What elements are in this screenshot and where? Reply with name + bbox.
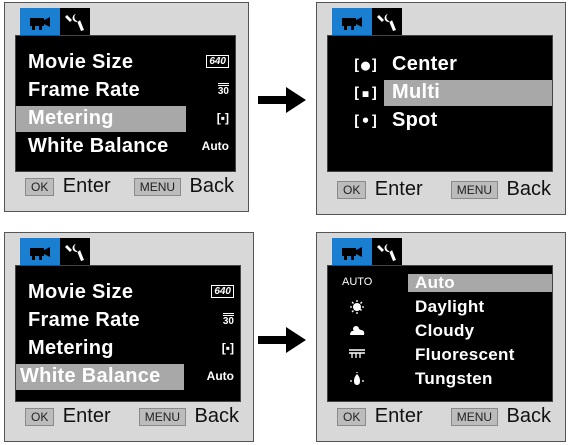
menu-item-white-balance[interactable]: White Balance Auto xyxy=(16,134,235,160)
metering-multi-icon: [▪] xyxy=(216,111,229,125)
movie-camera-icon xyxy=(342,16,362,30)
movie-camera-icon xyxy=(30,16,50,30)
multi-metering-icon: [▪] xyxy=(352,84,380,102)
frame-rate-30-icon: 30 xyxy=(217,83,229,97)
menu-item-movie-size[interactable]: Movie Size 640 xyxy=(16,50,235,76)
sun-icon xyxy=(342,300,372,317)
wb-option-tungsten[interactable]: Tungsten xyxy=(328,368,552,390)
menu-panel-bottom-left: Movie Size 640 Frame Rate 30 Metering [▪… xyxy=(4,232,254,442)
tools-icon xyxy=(65,13,84,31)
white-balance-submenu: AUTO Auto Daylight Cloudy Fluorescent Tu… xyxy=(327,265,553,402)
movie-mode-tab[interactable] xyxy=(332,8,372,35)
setup-tab[interactable] xyxy=(372,8,402,35)
footer-controls: OK Enter MENU Back xyxy=(337,405,551,429)
menu-item-movie-size[interactable]: Movie Size 640 xyxy=(16,280,240,306)
menu-item-white-balance[interactable]: White Balance Auto xyxy=(16,364,240,390)
menu-item-metering[interactable]: Metering [▪] xyxy=(16,106,235,132)
menu-screen: Movie Size 640 Frame Rate 30 Metering [▪… xyxy=(15,265,241,402)
setup-tab[interactable] xyxy=(60,238,90,265)
movie-mode-tab[interactable] xyxy=(20,238,60,265)
setup-tab[interactable] xyxy=(372,238,402,265)
metering-option-multi[interactable]: [▪] Multi xyxy=(328,80,552,106)
wb-option-daylight[interactable]: Daylight xyxy=(328,296,552,318)
tools-icon xyxy=(377,13,396,31)
ok-key[interactable]: OK xyxy=(337,407,367,426)
ok-key[interactable]: OK xyxy=(25,407,55,426)
menu-key[interactable]: MENU xyxy=(450,180,499,199)
footer-controls: OK Enter MENU Back xyxy=(25,175,234,199)
menu-key[interactable]: MENU xyxy=(133,177,182,196)
menu-panel-top-right: [●] Center [▪] Multi [•] Spot OK Enter M… xyxy=(316,2,566,215)
menu-key[interactable]: MENU xyxy=(450,407,499,426)
menu-item-frame-rate[interactable]: Frame Rate 30 xyxy=(16,308,240,334)
cloud-icon xyxy=(342,324,372,339)
arrow-right-icon xyxy=(258,87,306,113)
footer-controls: OK Enter MENU Back xyxy=(337,178,551,202)
menu-key[interactable]: MENU xyxy=(138,407,187,426)
fluorescent-icon xyxy=(342,348,372,363)
wb-option-fluorescent[interactable]: Fluorescent xyxy=(328,344,552,366)
movie-camera-icon xyxy=(30,246,50,260)
center-metering-icon: [●] xyxy=(352,56,380,74)
menu-panel-bottom-right: AUTO Auto Daylight Cloudy Fluorescent Tu… xyxy=(316,232,566,442)
auto-wb-icon: AUTO xyxy=(342,276,373,288)
arrow-right-icon xyxy=(258,327,306,353)
metering-option-spot[interactable]: [•] Spot xyxy=(328,108,552,134)
frame-rate-30-icon: 30 xyxy=(222,313,234,327)
menu-item-frame-rate[interactable]: Frame Rate 30 xyxy=(16,78,235,104)
menu-panel-top-left: Movie Size 640 Frame Rate 30 Metering [▪… xyxy=(4,2,249,212)
metering-multi-icon: [▪] xyxy=(221,341,234,355)
setup-tab[interactable] xyxy=(60,8,90,35)
wb-option-auto[interactable]: AUTO Auto xyxy=(328,272,552,294)
menu-item-metering[interactable]: Metering [▪] xyxy=(16,336,240,362)
movie-camera-icon xyxy=(342,246,362,260)
movie-mode-tab[interactable] xyxy=(20,8,60,35)
tools-icon xyxy=(65,243,84,261)
bulb-icon xyxy=(342,372,372,390)
metering-submenu: [●] Center [▪] Multi [•] Spot xyxy=(327,35,553,172)
menu-screen: Movie Size 640 Frame Rate 30 Metering [▪… xyxy=(15,35,236,172)
spot-metering-icon: [•] xyxy=(352,112,380,130)
tools-icon xyxy=(377,243,396,261)
ok-key[interactable]: OK xyxy=(337,180,367,199)
movie-mode-tab[interactable] xyxy=(332,238,372,265)
movie-size-640-icon: 640 xyxy=(211,285,234,298)
metering-option-center[interactable]: [●] Center xyxy=(328,52,552,78)
ok-key[interactable]: OK xyxy=(25,177,55,196)
movie-size-640-icon: 640 xyxy=(206,55,229,68)
footer-controls: OK Enter MENU Back xyxy=(25,405,239,429)
wb-option-cloudy[interactable]: Cloudy xyxy=(328,320,552,342)
